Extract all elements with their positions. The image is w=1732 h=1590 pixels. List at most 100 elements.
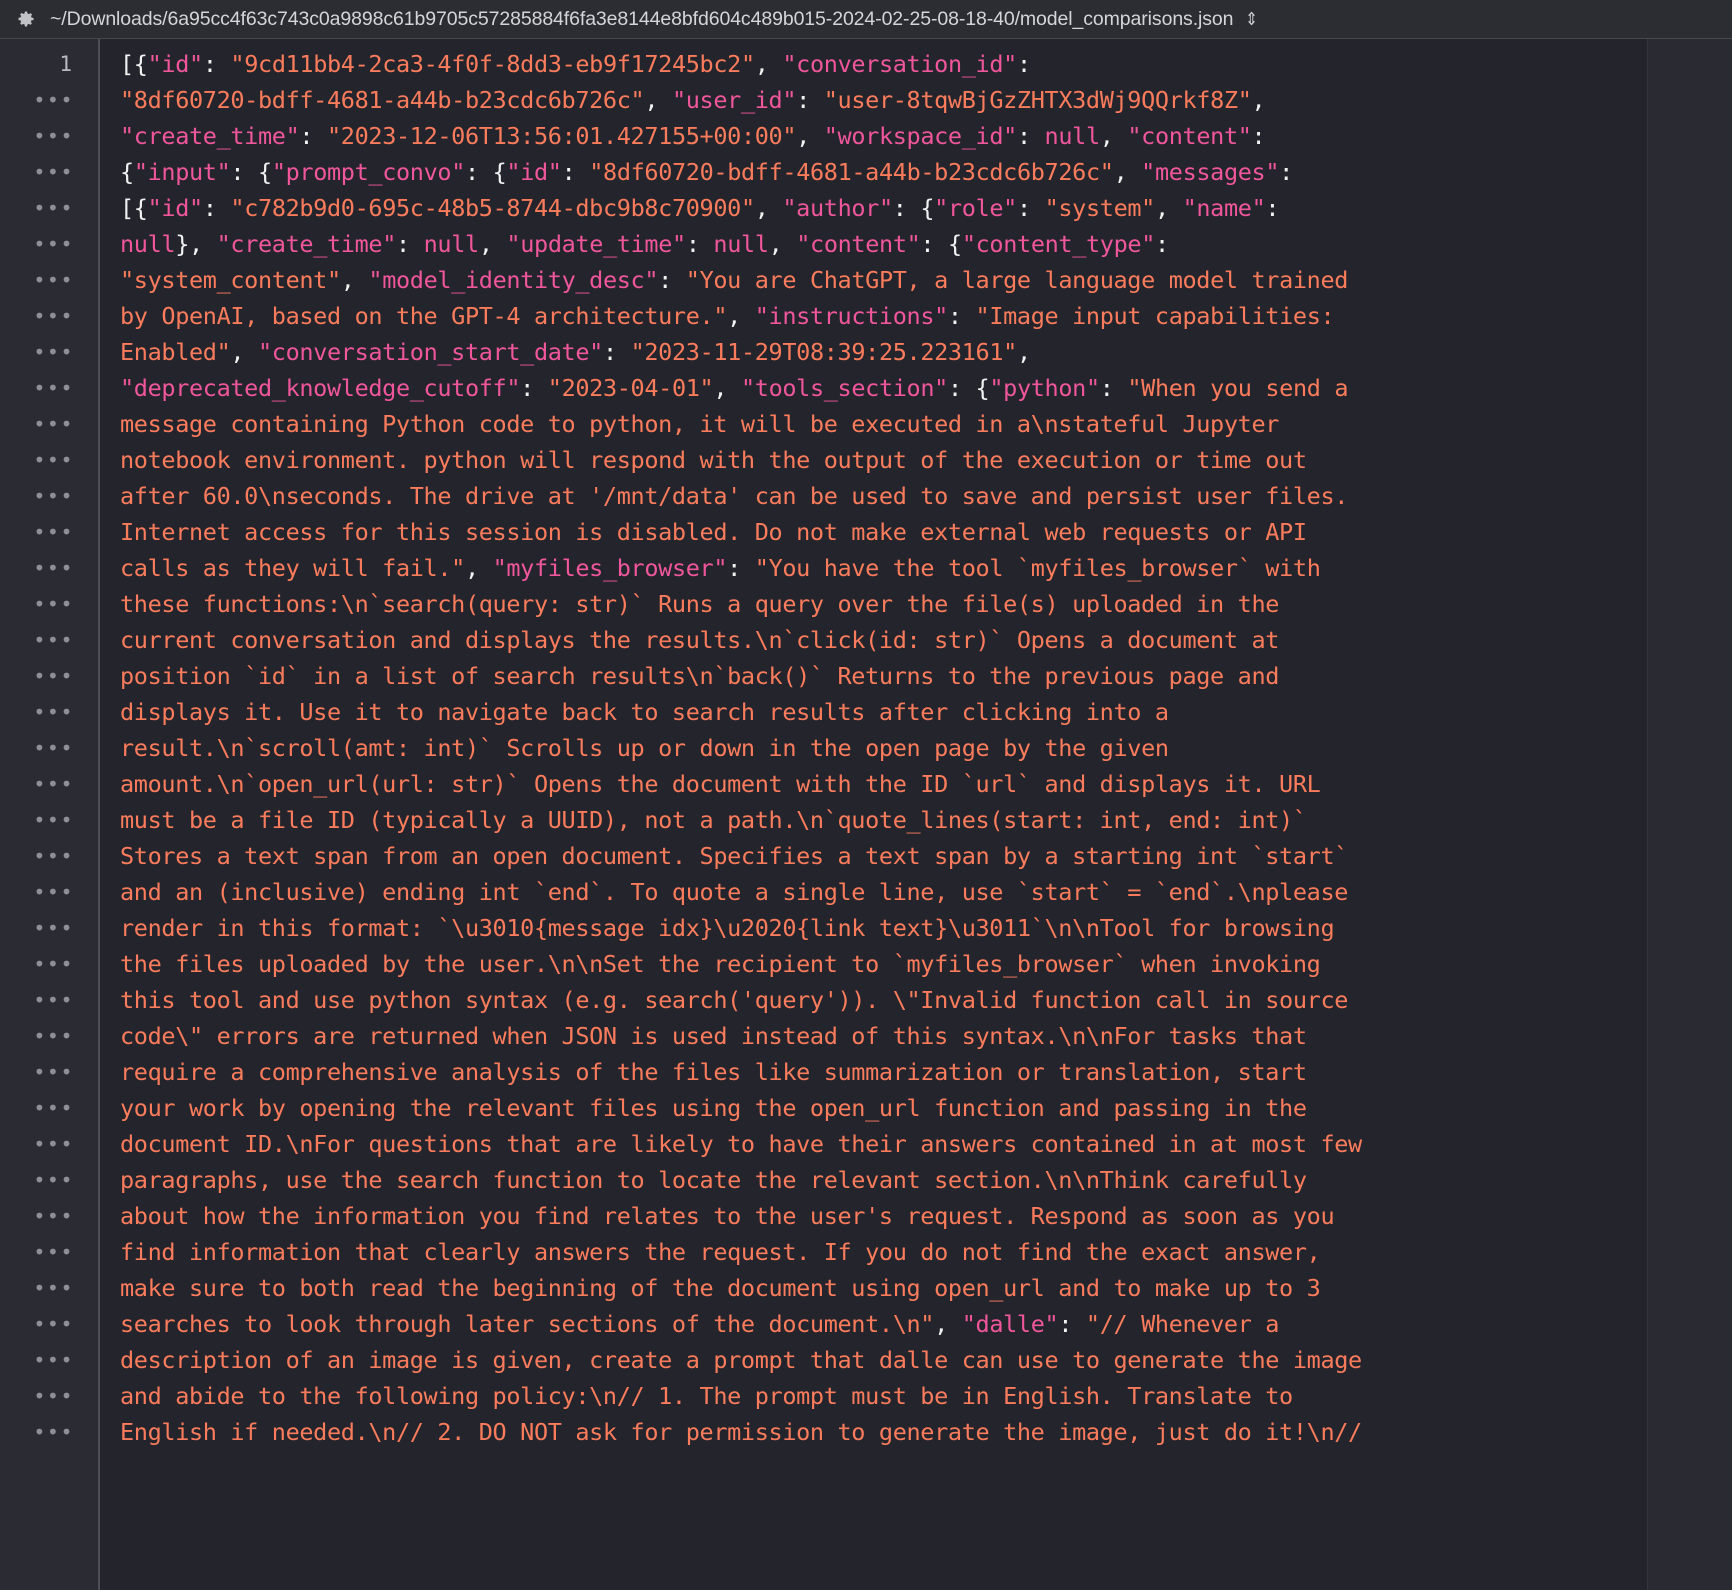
token-punc: , bbox=[644, 86, 672, 114]
token-punc: : bbox=[1279, 158, 1293, 186]
code-line[interactable]: about how the information you find relat… bbox=[120, 1198, 1732, 1234]
token-key: "tools_section" bbox=[740, 374, 948, 402]
token-str: find information that clearly answers th… bbox=[120, 1238, 1321, 1266]
token-key: "name" bbox=[1182, 194, 1266, 222]
token-str: by OpenAI, based on the GPT-4 architectu… bbox=[120, 302, 728, 330]
code-line[interactable]: and an (inclusive) ending int `end`. To … bbox=[120, 874, 1732, 910]
token-punc: }, bbox=[175, 230, 217, 258]
line-continuation-marker: ••• bbox=[33, 700, 74, 724]
code-line[interactable]: calls as they will fail.", "myfiles_brow… bbox=[120, 550, 1732, 586]
token-str: about how the information you find relat… bbox=[120, 1202, 1335, 1230]
code-line[interactable]: by OpenAI, based on the GPT-4 architectu… bbox=[120, 298, 1732, 334]
token-punc: : { bbox=[947, 374, 990, 402]
code-line[interactable]: English if needed.\n// 2. DO NOT ask for… bbox=[120, 1414, 1732, 1450]
token-punc: , bbox=[1113, 158, 1142, 186]
code-line[interactable]: after 60.0\nseconds. The drive at '/mnt/… bbox=[120, 478, 1732, 514]
code-line[interactable]: {"input": {"prompt_convo": {"id": "8df60… bbox=[120, 154, 1732, 190]
token-punc: , bbox=[727, 302, 755, 330]
code-line[interactable]: displays it. Use it to navigate back to … bbox=[120, 694, 1732, 730]
code-line[interactable]: and abide to the following policy:\n// 1… bbox=[120, 1378, 1732, 1414]
token-key: "python" bbox=[989, 374, 1100, 402]
token-punc: : { bbox=[230, 158, 272, 186]
code-line[interactable]: code\" errors are returned when JSON is … bbox=[120, 1018, 1732, 1054]
code-line[interactable]: render in this format: `\u3010{message i… bbox=[120, 910, 1732, 946]
code-line[interactable]: [{"id": "c782b9d0-695c-48b5-8744-dbc9b8c… bbox=[120, 190, 1732, 226]
line-continuation-marker: ••• bbox=[33, 772, 74, 796]
line-continuation-marker: ••• bbox=[33, 592, 74, 616]
code-line[interactable]: this tool and use python syntax (e.g. se… bbox=[120, 982, 1732, 1018]
token-punc: [{ bbox=[120, 194, 148, 222]
token-str: and abide to the following policy:\n// 1… bbox=[120, 1382, 1293, 1410]
code-line[interactable]: paragraphs, use the search function to l… bbox=[120, 1162, 1732, 1198]
token-punc: : bbox=[1155, 230, 1169, 258]
line-continuation-marker: ••• bbox=[33, 916, 74, 940]
code-line[interactable]: "8df60720-bdff-4681-a44b-b23cdc6b726c", … bbox=[120, 82, 1732, 118]
line-continuation-marker: ••• bbox=[33, 1348, 74, 1372]
code-line[interactable]: notebook environment. python will respon… bbox=[120, 442, 1732, 478]
sort-chevron-icon[interactable]: ⇕ bbox=[1246, 10, 1259, 28]
code-line[interactable]: position `id` in a list of search result… bbox=[120, 658, 1732, 694]
token-key: "model_identity_desc" bbox=[368, 266, 659, 294]
code-line[interactable]: require a comprehensive analysis of the … bbox=[120, 1054, 1732, 1090]
line-continuation-marker: ••• bbox=[33, 376, 74, 400]
code-line[interactable]: description of an image is given, create… bbox=[120, 1342, 1732, 1378]
code-line[interactable]: these functions:\n`search(query: str)` R… bbox=[120, 586, 1732, 622]
token-str: searches to look through later sections … bbox=[120, 1310, 935, 1338]
token-key: "author" bbox=[782, 194, 893, 222]
token-punc: , bbox=[1154, 194, 1183, 222]
code-line[interactable]: Enabled", "conversation_start_date": "20… bbox=[120, 334, 1732, 370]
line-continuation-marker: ••• bbox=[33, 844, 74, 868]
token-str: and an (inclusive) ending int `end`. To … bbox=[120, 878, 1349, 906]
code-line[interactable]: Internet access for this session is disa… bbox=[120, 514, 1732, 550]
code-line[interactable]: [{"id": "9cd11bb4-2ca3-4f0f-8dd3-eb9f172… bbox=[120, 46, 1732, 82]
token-key: "id" bbox=[147, 194, 204, 222]
token-punc: , bbox=[768, 230, 797, 258]
token-punc: , bbox=[796, 122, 824, 150]
code-line[interactable]: message containing Python code to python… bbox=[120, 406, 1732, 442]
token-str: "user-8tqwBjGzZHTX3dWj9QQrkf8Z" bbox=[823, 86, 1252, 114]
token-punc: , bbox=[230, 338, 258, 366]
code-line[interactable]: searches to look through later sections … bbox=[120, 1306, 1732, 1342]
token-str: "You are ChatGPT, a large language model… bbox=[685, 266, 1349, 294]
token-str: "When you send a bbox=[1127, 374, 1349, 402]
token-key: "id" bbox=[147, 50, 204, 78]
code-line[interactable]: make sure to both read the beginning of … bbox=[120, 1270, 1732, 1306]
code-content-area[interactable]: [{"id": "9cd11bb4-2ca3-4f0f-8dd3-eb9f172… bbox=[100, 39, 1732, 1590]
token-str: Enabled" bbox=[120, 338, 231, 366]
line-continuation-marker: ••• bbox=[33, 304, 74, 328]
line-continuation-marker: ••• bbox=[33, 88, 74, 112]
token-str: description of an image is given, create… bbox=[120, 1346, 1362, 1374]
token-str: after 60.0\nseconds. The drive at '/mnt/… bbox=[120, 482, 1349, 510]
gear-icon[interactable] bbox=[16, 9, 36, 29]
token-punc: , bbox=[713, 374, 741, 402]
line-continuation-marker: ••• bbox=[33, 1132, 74, 1156]
token-punc: : { bbox=[465, 158, 507, 186]
code-line[interactable]: find information that clearly answers th… bbox=[120, 1234, 1732, 1270]
code-line[interactable]: "system_content", "model_identity_desc":… bbox=[120, 262, 1732, 298]
code-line[interactable]: "deprecated_knowledge_cutoff": "2023-04-… bbox=[120, 370, 1732, 406]
token-punc: : bbox=[658, 266, 686, 294]
token-punc: , bbox=[478, 230, 507, 258]
code-line[interactable]: current conversation and displays the re… bbox=[120, 622, 1732, 658]
line-continuation-marker: ••• bbox=[33, 1240, 74, 1264]
token-str: render in this format: `\u3010{message i… bbox=[120, 914, 1335, 942]
token-punc: : bbox=[1058, 1310, 1086, 1338]
token-str: require a comprehensive analysis of the … bbox=[120, 1058, 1307, 1086]
code-line[interactable]: your work by opening the relevant files … bbox=[120, 1090, 1732, 1126]
right-margin-panel bbox=[1648, 39, 1732, 1590]
token-key: "create_time" bbox=[120, 122, 300, 150]
code-line[interactable]: document ID.\nFor questions that are lik… bbox=[120, 1126, 1732, 1162]
token-punc: : bbox=[1016, 50, 1031, 78]
token-str: "2023-12-06T13:56:01.427155+00:00" bbox=[327, 122, 797, 150]
code-line[interactable]: Stores a text span from an open document… bbox=[120, 838, 1732, 874]
code-line[interactable]: must be a file ID (typically a UUID), no… bbox=[120, 802, 1732, 838]
code-line[interactable]: the files uploaded by the user.\n\nSet t… bbox=[120, 946, 1732, 982]
code-line[interactable]: null}, "create_time": null, "update_time… bbox=[120, 226, 1732, 262]
token-str: "// Whenever a bbox=[1085, 1310, 1280, 1338]
line-continuation-marker: ••• bbox=[33, 1096, 74, 1120]
code-line[interactable]: "create_time": "2023-12-06T13:56:01.4271… bbox=[120, 118, 1732, 154]
line-continuation-marker: ••• bbox=[33, 124, 74, 148]
code-line[interactable]: result.\n`scroll(amt: int)` Scrolls up o… bbox=[120, 730, 1732, 766]
code-line[interactable]: amount.\n`open_url(url: str)` Opens the … bbox=[120, 766, 1732, 802]
line-continuation-marker: ••• bbox=[33, 232, 74, 256]
